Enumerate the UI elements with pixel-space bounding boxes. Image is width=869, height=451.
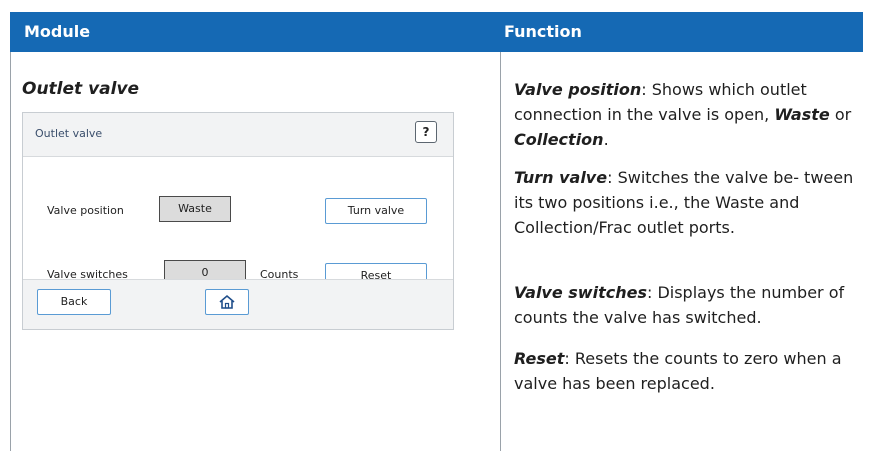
panel-footer: Back	[23, 279, 453, 329]
term-valve-position: Valve position	[514, 80, 642, 99]
function-turn-valve: Turn valve: Switches the valve be- tween…	[514, 165, 869, 240]
help-button[interactable]: ?	[415, 121, 437, 143]
desc-end: .	[603, 130, 609, 149]
turn-valve-button[interactable]: Turn valve	[325, 198, 427, 224]
home-button[interactable]	[205, 289, 249, 315]
desc-or: or	[829, 105, 852, 124]
panel-title: Outlet valve	[35, 127, 103, 140]
term-waste: Waste	[774, 105, 830, 124]
module-title: Outlet valve	[22, 79, 140, 99]
desc-reset: : Resets the counts to zero when a valve…	[514, 349, 842, 393]
module-function-table: Module Function Outlet valve Outlet valv…	[10, 12, 863, 451]
back-button[interactable]: Back	[37, 289, 111, 315]
term-turn-valve: Turn valve	[514, 168, 608, 187]
term-reset: Reset	[514, 349, 565, 368]
valve-position-readout: Waste	[159, 196, 231, 222]
table-left-border	[10, 52, 11, 451]
header-function: Function	[504, 22, 582, 41]
function-valve-position: Valve position: Shows which outlet conne…	[514, 77, 869, 152]
panel-titlebar: Outlet valve ?	[23, 113, 453, 157]
function-reset: Reset: Resets the counts to zero when a …	[514, 346, 869, 396]
term-collection: Collection	[514, 130, 604, 149]
table-header: Module Function	[10, 12, 863, 52]
header-module: Module	[24, 22, 91, 41]
function-valve-switches: Valve switches: Displays the number of c…	[514, 280, 869, 330]
term-valve-switches: Valve switches	[514, 283, 647, 302]
outlet-valve-panel: Outlet valve ? Valve position Waste Turn…	[22, 112, 454, 330]
column-divider	[500, 52, 501, 451]
valve-position-label: Valve position	[47, 204, 124, 217]
home-icon	[219, 294, 235, 309]
